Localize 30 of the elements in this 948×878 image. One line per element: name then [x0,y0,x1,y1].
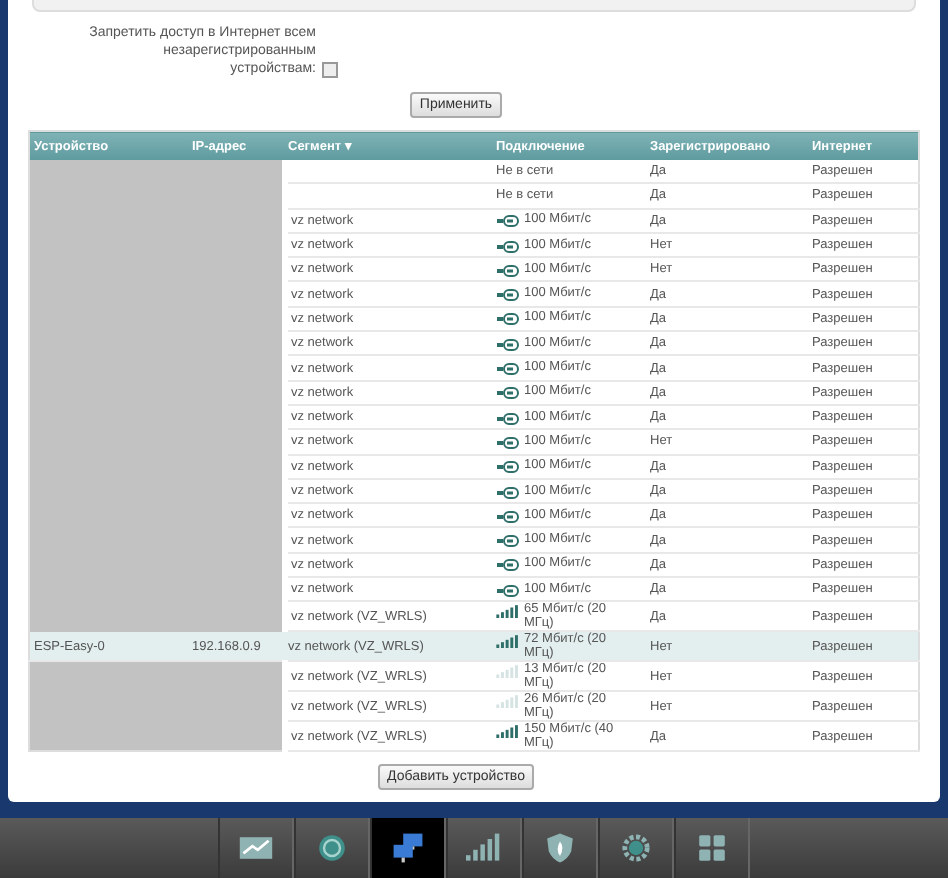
ethernet-icon [496,288,520,303]
ethernet-icon [496,239,520,254]
settings-icon [618,832,654,865]
nav-tab[interactable] [370,818,446,878]
signal-bars-icon [466,832,502,865]
ethernet-icon [496,411,520,426]
nav-tab[interactable] [598,818,674,878]
ethernet-icon [496,386,520,401]
ethernet-icon [496,558,520,573]
ethernet-icon [496,460,520,475]
line-chart-icon [238,832,274,865]
monitors-icon [390,832,426,865]
shield-icon [542,832,578,865]
ethernet-icon [496,263,520,278]
ethernet-icon [496,337,520,352]
ethernet-icon [496,534,520,549]
nav-tab[interactable] [674,818,750,878]
nav-tab[interactable] [218,818,294,878]
grid-icon [694,832,730,865]
ethernet-icon [496,214,520,229]
ethernet-icon [496,583,520,598]
block-checkbox[interactable] [322,62,338,78]
nav-tab[interactable] [446,818,522,878]
ethernet-icon [496,435,520,450]
globe-icon [314,832,350,865]
nav-tab[interactable] [522,818,598,878]
ethernet-icon [496,509,520,524]
ethernet-icon [496,485,520,499]
ethernet-icon [496,362,520,377]
ethernet-icon [496,312,520,327]
